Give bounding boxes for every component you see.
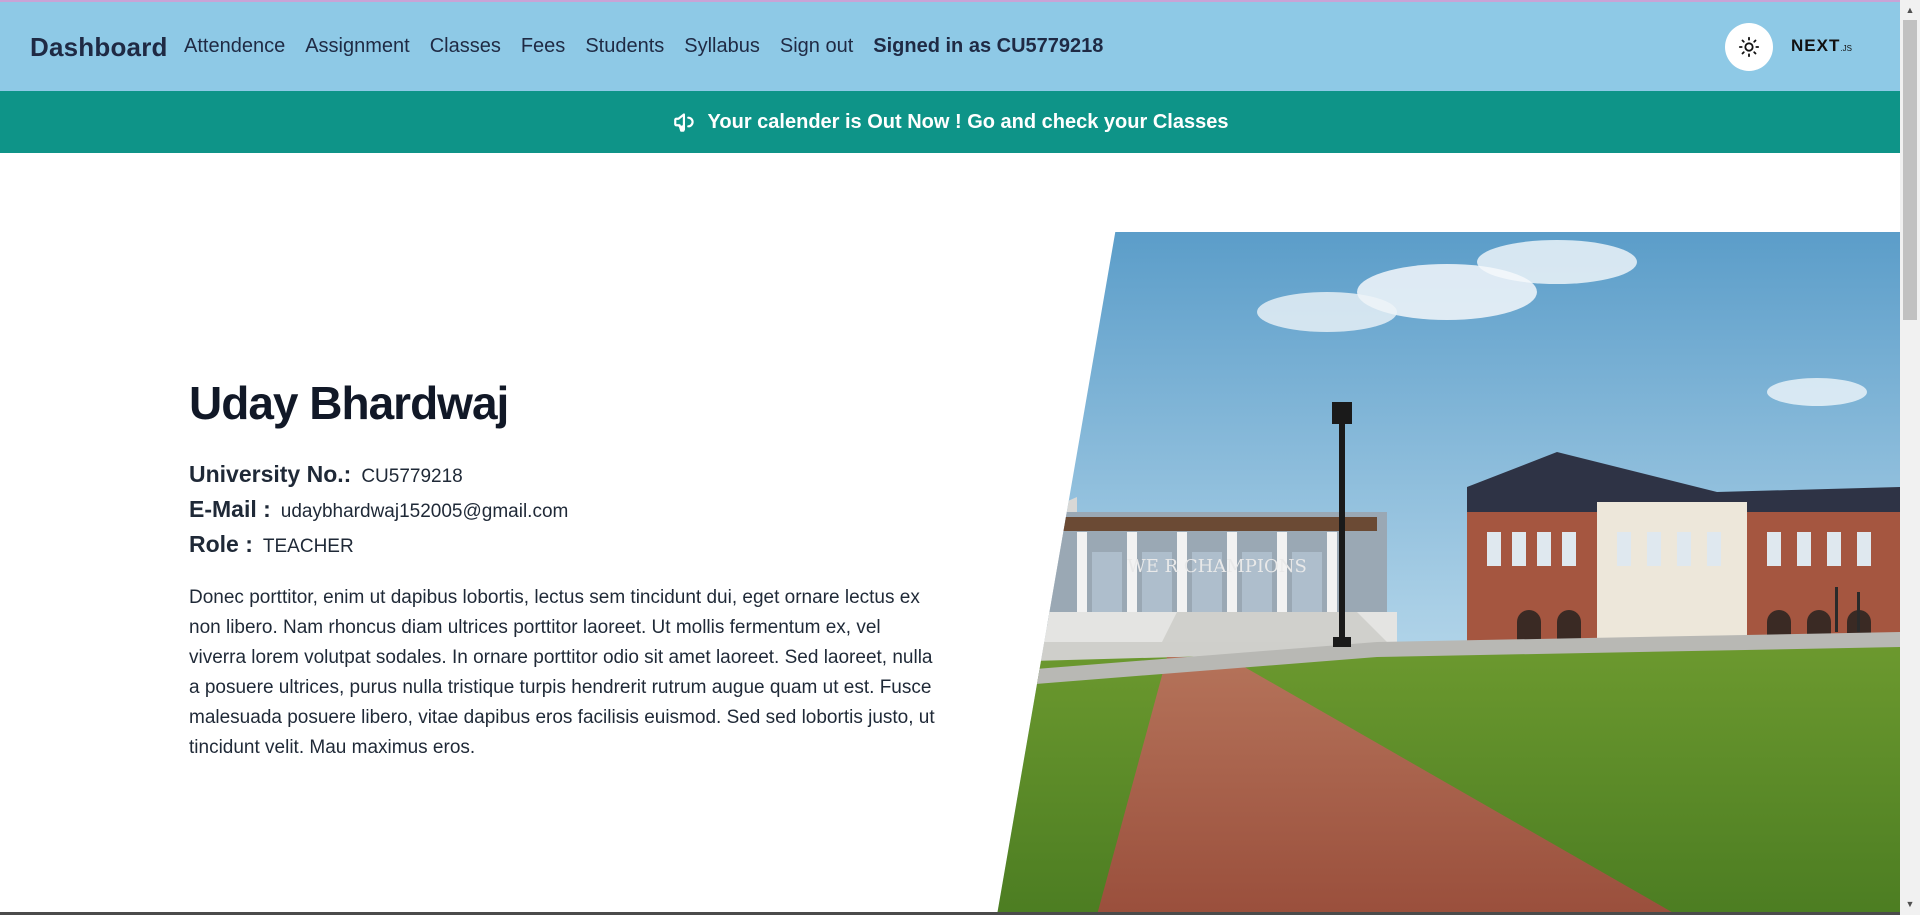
nav-link-syllabus[interactable]: Syllabus (684, 35, 760, 58)
role-label: Role : (189, 531, 253, 557)
profile-bio: Donec porttitor, enim ut dapibus loborti… (189, 587, 935, 758)
email-value: udaybhardwaj152005@gmail.com (280, 501, 569, 522)
university-number-label: University No.: (189, 461, 352, 487)
nav-link-attendence[interactable]: Attendence (184, 35, 285, 58)
nextjs-logo[interactable]: NEXT.JS (1791, 36, 1852, 56)
sun-icon (1738, 36, 1760, 58)
university-number-row: University No.: CU5779218 (189, 461, 463, 488)
nav-link-classes[interactable]: Classes (430, 35, 501, 58)
nextjs-logo-text: NEXT (1791, 36, 1841, 55)
role-value: TEACHER (262, 536, 354, 557)
page-scrollbar[interactable]: ▲ ▼ (1900, 0, 1920, 915)
building-sign: WE R CHAMPIONS (1127, 556, 1307, 577)
nav-brand-dashboard[interactable]: Dashboard (30, 32, 168, 63)
university-number-value: CU5779218 (361, 466, 463, 487)
nav-link-sign-out[interactable]: Sign out (780, 35, 853, 58)
email-label: E-Mail : (189, 496, 271, 522)
profile-name: Uday Bhardwaj (189, 377, 509, 429)
nextjs-logo-suffix: .JS (1840, 44, 1852, 53)
theme-toggle-button[interactable] (1725, 23, 1773, 71)
nav-link-students[interactable]: Students (585, 35, 664, 58)
top-navbar: Dashboard Attendence Assignment Classes … (0, 2, 1900, 91)
banner-text: Your calender is Out Now ! Go and check … (707, 110, 1229, 133)
nav-link-assignment[interactable]: Assignment (305, 35, 410, 58)
nav-links: Attendence Assignment Classes Fees Stude… (184, 35, 1103, 58)
role-row: Role : TEACHER (189, 531, 354, 558)
scroll-down-arrow-icon[interactable]: ▼ (1900, 896, 1920, 913)
announcement-banner[interactable]: Your calender is Out Now ! Go and check … (0, 91, 1900, 153)
nav-link-fees[interactable]: Fees (521, 35, 565, 58)
megaphone-icon (673, 113, 694, 132)
scrollbar-thumb[interactable] (1903, 20, 1917, 320)
campus-hero-image: WE R CHAMPIONS (997, 232, 1900, 915)
signed-in-status: Signed in as CU5779218 (873, 35, 1104, 57)
scroll-up-arrow-icon[interactable]: ▲ (1900, 2, 1920, 19)
email-row: E-Mail : udaybhardwaj152005@gmail.com (189, 496, 568, 523)
